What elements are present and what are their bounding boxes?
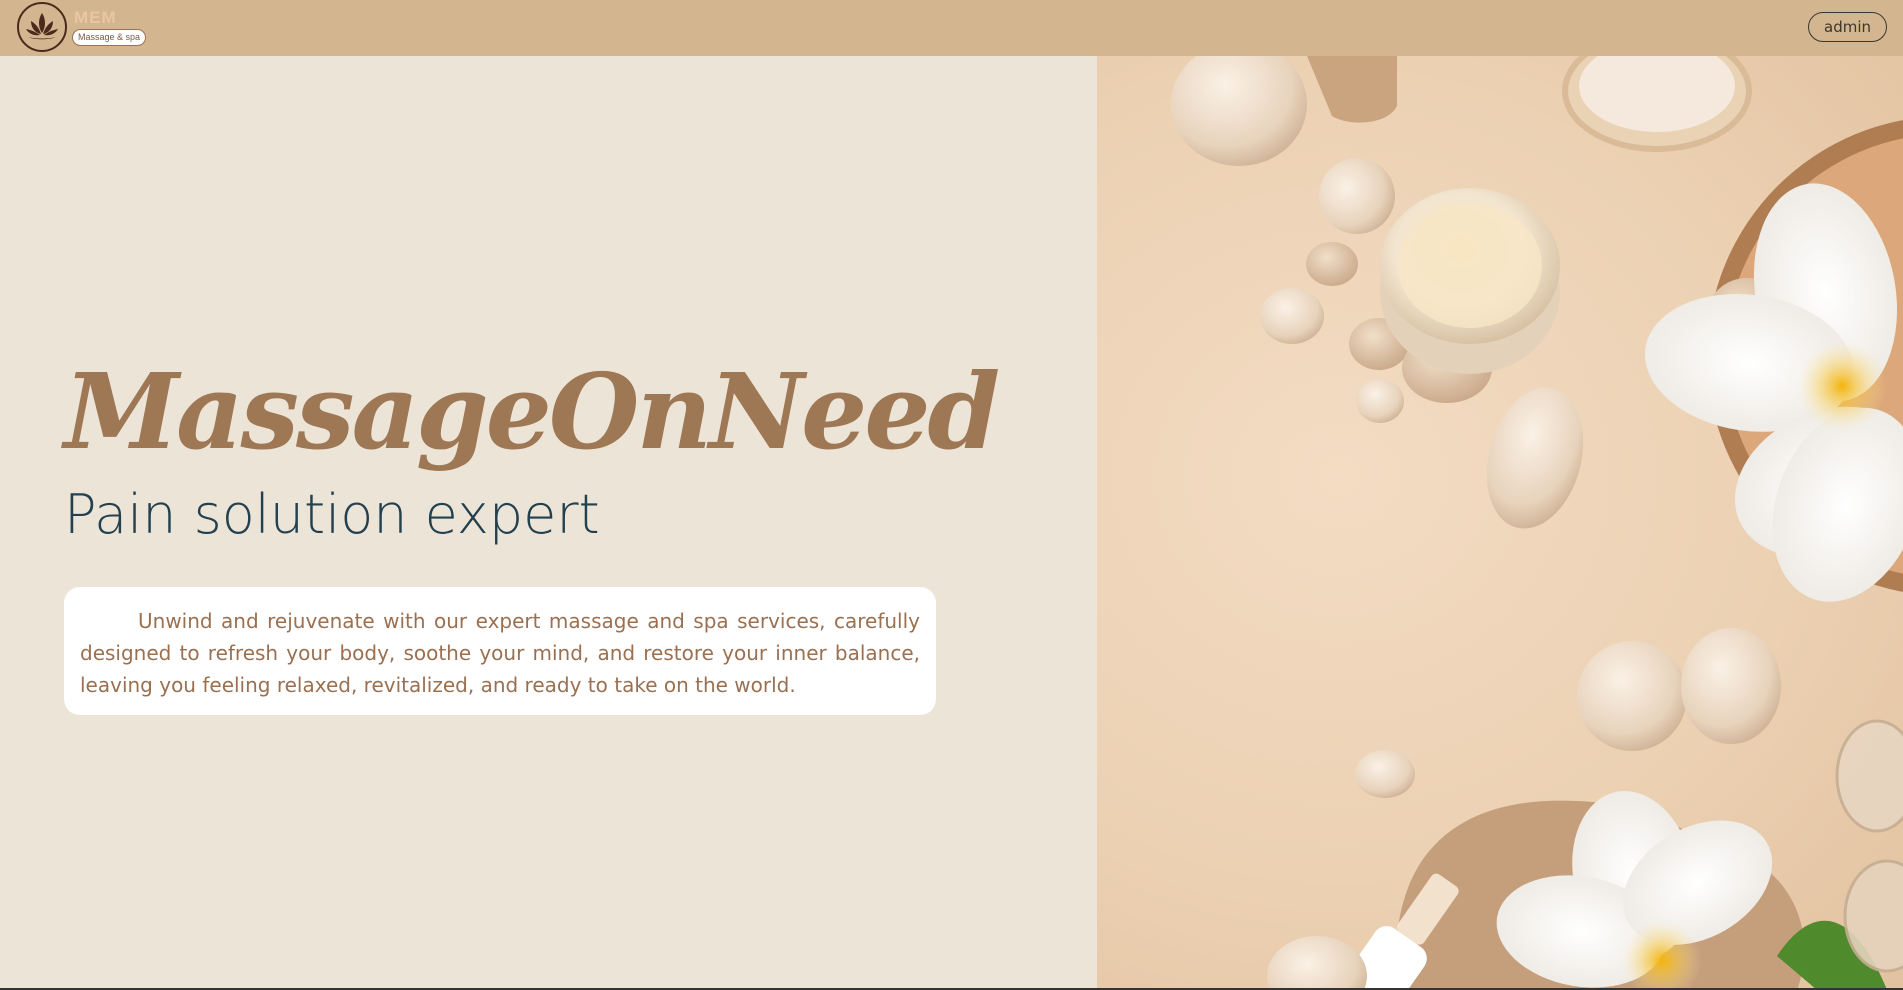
- brand-wordmark: MEM: [74, 8, 117, 27]
- hero-title: MassageOnNeed: [64, 350, 1000, 473]
- lotus-logo-icon[interactable]: [17, 2, 67, 52]
- description-card: Unwind and rejuvenate with our expert ma…: [64, 587, 936, 715]
- hero-subtitle: Pain solution expert: [64, 483, 600, 546]
- top-nav-bar: MEM Massage & spa admin: [0, 0, 1903, 56]
- description-text: Unwind and rejuvenate with our expert ma…: [80, 609, 920, 697]
- spa-hero-image: [1097, 56, 1903, 990]
- spa-illustration: [1171, 56, 1903, 990]
- admin-button[interactable]: admin: [1808, 12, 1887, 42]
- brand-tagline: Massage & spa: [72, 29, 147, 46]
